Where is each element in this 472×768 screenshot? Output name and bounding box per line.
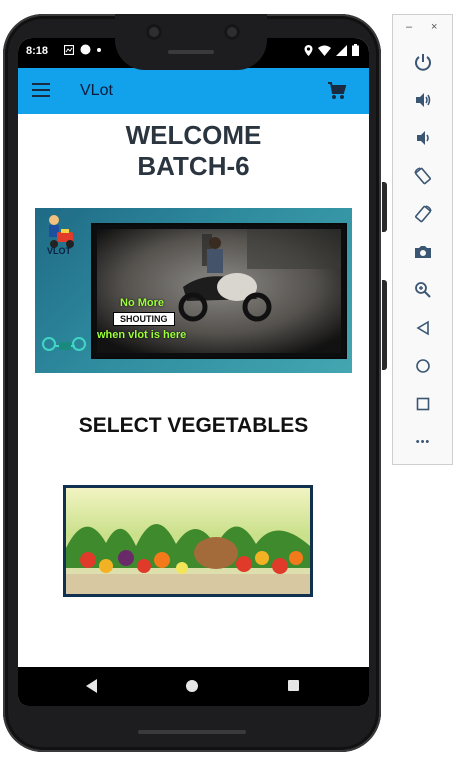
overview-icon [416, 397, 430, 411]
battery-icon [352, 44, 359, 56]
app-title: VLot [80, 82, 113, 99]
select-vegetables-heading: SELECT VEGETABLES [78, 414, 309, 437]
rotate-left-icon [414, 167, 431, 185]
signal-icon [336, 44, 347, 56]
back-icon [416, 320, 429, 336]
welcome-line: WELCOME [125, 120, 262, 150]
earpiece-speaker [168, 50, 214, 54]
phone-side-button-volume [382, 280, 387, 370]
volume-down-icon [417, 131, 429, 145]
emulator-home-button[interactable] [412, 355, 434, 377]
power-icon [415, 54, 431, 71]
home-icon [416, 359, 430, 373]
more-icon: ••• [415, 436, 431, 448]
phone-side-button-power [382, 182, 387, 232]
screenshot-button[interactable] [412, 241, 434, 263]
banner-caption-line1: No More [120, 297, 164, 309]
volume-up-icon [416, 93, 431, 107]
banner-caption-line2: SHOUTING [113, 312, 175, 326]
wifi-icon [318, 45, 331, 56]
android-nav-bar [18, 667, 369, 706]
volume-down-button[interactable] [412, 127, 434, 149]
cart-icon[interactable] [327, 81, 347, 101]
phone-chin [138, 730, 246, 734]
rotate-right-icon [415, 205, 432, 223]
circle-icon [80, 44, 91, 55]
status-time: 8:18 [26, 45, 49, 57]
drone-icon [42, 337, 86, 351]
zoom-icon [415, 282, 431, 298]
volume-up-button[interactable] [412, 89, 434, 111]
media-icon [64, 44, 74, 55]
batch-line: BATCH-6 [137, 151, 250, 181]
location-icon [304, 44, 313, 56]
app-bar: VLot [18, 68, 369, 114]
front-camera-left [146, 24, 162, 40]
camera-icon [415, 246, 431, 258]
status-right-icons [304, 44, 359, 56]
vlot-logo-text: VLOT [47, 246, 71, 256]
emulator-back-button[interactable] [412, 317, 434, 339]
menu-icon[interactable] [32, 83, 50, 97]
phone-notch [115, 14, 267, 70]
vegetables-photo [66, 488, 310, 594]
close-button[interactable]: × [431, 21, 437, 33]
rotate-left-button[interactable] [412, 165, 434, 187]
back-icon[interactable] [86, 679, 98, 693]
vegetables-image[interactable] [63, 485, 313, 597]
zoom-button[interactable] [412, 279, 434, 301]
minimize-button[interactable]: – [406, 21, 412, 33]
power-button[interactable] [412, 51, 434, 73]
status-left-icons [64, 44, 101, 55]
toolbar-window-controls: – × [393, 21, 452, 35]
more-button[interactable]: ••• [412, 431, 434, 453]
dot-icon [97, 47, 101, 52]
home-icon[interactable] [186, 680, 198, 692]
rotate-right-button[interactable] [412, 203, 434, 225]
emulator-toolbar: – × ••• [392, 14, 453, 465]
recents-icon[interactable] [288, 680, 299, 691]
emulator-overview-button[interactable] [412, 393, 434, 415]
promo-banner[interactable]: VLOT No More SHOUTING when vlot is here [35, 208, 352, 373]
phone-screen: 8:18 VLot WELCOME BATCH-6 VLOT No More S… [18, 38, 369, 706]
banner-caption-line3: when vlot is here [97, 329, 187, 341]
front-camera-right [224, 24, 240, 40]
welcome-heading: WELCOME BATCH-6 [18, 120, 369, 182]
